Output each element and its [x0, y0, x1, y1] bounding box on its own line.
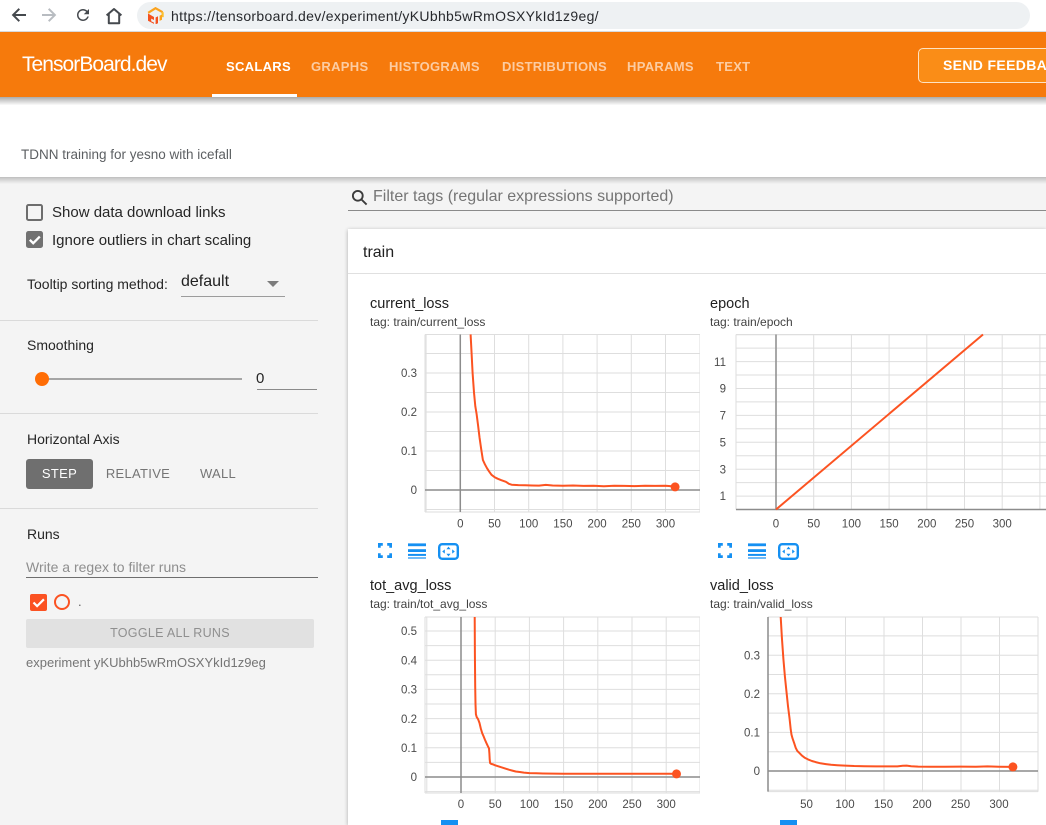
svg-text:0: 0 — [411, 485, 417, 497]
svg-text:50: 50 — [807, 519, 820, 531]
svg-text:200: 200 — [588, 799, 607, 811]
svg-text:0.2: 0.2 — [401, 407, 417, 419]
svg-text:0.1: 0.1 — [401, 743, 417, 755]
svg-text:150: 150 — [554, 799, 573, 811]
svg-text:0.2: 0.2 — [401, 714, 417, 726]
svg-text:150: 150 — [874, 799, 893, 811]
svg-text:0.3: 0.3 — [401, 685, 417, 697]
svg-text:300: 300 — [657, 799, 676, 811]
svg-text:0: 0 — [411, 772, 417, 784]
svg-text:0: 0 — [458, 799, 464, 811]
svg-text:150: 150 — [553, 519, 572, 531]
svg-text:100: 100 — [519, 519, 538, 531]
svg-text:100: 100 — [842, 519, 861, 531]
svg-text:0.2: 0.2 — [744, 689, 760, 701]
svg-text:100: 100 — [520, 799, 539, 811]
svg-text:100: 100 — [835, 799, 854, 811]
svg-text:250: 250 — [622, 519, 641, 531]
svg-text:0.1: 0.1 — [401, 446, 417, 458]
svg-text:250: 250 — [622, 799, 641, 811]
svg-text:200: 200 — [917, 519, 936, 531]
svg-text:300: 300 — [993, 519, 1012, 531]
svg-text:50: 50 — [489, 799, 502, 811]
svg-text:250: 250 — [955, 519, 974, 531]
svg-text:5: 5 — [720, 438, 726, 450]
svg-text:50: 50 — [488, 519, 501, 531]
svg-text:3: 3 — [720, 464, 726, 476]
svg-text:7: 7 — [720, 411, 726, 423]
svg-text:50: 50 — [800, 799, 813, 811]
svg-text:0.3: 0.3 — [744, 650, 760, 662]
svg-text:1: 1 — [720, 491, 726, 503]
svg-text:0.5: 0.5 — [401, 626, 417, 638]
svg-text:0.1: 0.1 — [744, 728, 760, 740]
svg-text:9: 9 — [720, 384, 726, 396]
svg-text:300: 300 — [989, 799, 1008, 811]
svg-text:0: 0 — [754, 766, 760, 778]
svg-text:250: 250 — [951, 799, 970, 811]
svg-text:11: 11 — [714, 357, 726, 369]
svg-text:0.4: 0.4 — [401, 655, 418, 667]
svg-text:0: 0 — [773, 519, 779, 531]
svg-text:200: 200 — [588, 519, 607, 531]
svg-text:0: 0 — [457, 519, 463, 531]
svg-text:200: 200 — [912, 799, 931, 811]
svg-text:150: 150 — [880, 519, 899, 531]
svg-text:300: 300 — [656, 519, 675, 531]
svg-text:0.3: 0.3 — [401, 368, 417, 380]
